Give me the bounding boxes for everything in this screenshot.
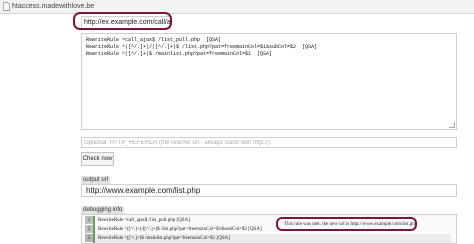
rule-line: RewriteRule ^call_ajax$ /list_pull.php [… xyxy=(86,37,222,43)
rule-line: RewriteRule ^([^/.]+)/([^/.]+)$ /list.ph… xyxy=(86,44,318,50)
debugging-info-label: debugging info xyxy=(81,206,125,214)
htaccess-rules-textarea[interactable]: RewriteRule ^call_ajax$ /list_pull.php [… xyxy=(81,33,457,130)
address-text[interactable]: htaccess.madewithlove.be xyxy=(12,1,94,12)
debug-row: 3 RewriteRule ^([^/.]+)$ /mainlist.php?p… xyxy=(85,234,451,243)
url-highlight-annotation xyxy=(73,12,172,30)
referer-input[interactable] xyxy=(81,137,457,148)
line-number: 1 xyxy=(85,216,93,225)
output-url-label: output url xyxy=(81,176,111,184)
output-url-field[interactable]: http://www.example.com/list.php xyxy=(81,184,457,197)
page-icon xyxy=(3,2,10,11)
check-now-button[interactable]: Check now xyxy=(81,152,114,166)
resize-grip-icon[interactable] xyxy=(449,122,455,128)
result-highlight-annotation xyxy=(276,217,417,231)
rule-text: RewriteRule ^([^/.]+)/([^/.]+)$ /list.ph… xyxy=(93,225,262,234)
rule-text: RewriteRule ^([^/.]+)$ /mainlist.php?pat… xyxy=(93,234,230,243)
line-number: 2 xyxy=(85,225,93,234)
rule-text: RewriteRule ^call_ajax$ /list_pull.php [… xyxy=(93,216,190,225)
rule-line: RewriteRule ^([^/.]+)$ /mainlist.php?pat… xyxy=(86,51,273,57)
browser-address-bar[interactable]: htaccess.madewithlove.be xyxy=(0,0,474,14)
line-number: 3 xyxy=(85,234,93,243)
